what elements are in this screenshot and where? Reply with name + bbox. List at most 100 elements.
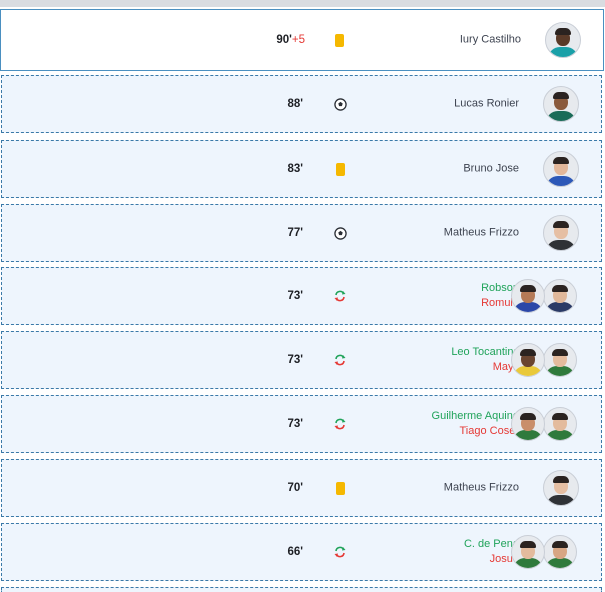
player-name[interactable]: Iury Castilho xyxy=(460,33,521,48)
player-name[interactable]: Lucas Ronier xyxy=(454,97,519,112)
player-avatars xyxy=(545,22,581,58)
jersey-shape xyxy=(513,302,543,312)
event-row[interactable]: 70' Matheus Frizzo xyxy=(1,459,602,517)
substitution-arrows-icon xyxy=(332,544,348,560)
player-name[interactable]: Matheus Frizzo xyxy=(444,226,519,241)
event-minute: 73' xyxy=(287,290,303,302)
event-row[interactable]: 77' Matheus Frizzo xyxy=(1,204,602,262)
hair-shape xyxy=(555,28,571,35)
player-in-avatar[interactable] xyxy=(511,279,545,313)
hair-shape xyxy=(552,349,568,356)
yellow-card-icon xyxy=(332,161,348,177)
minute-value: 88' xyxy=(287,98,303,110)
hair-shape xyxy=(520,413,536,420)
player-avatars xyxy=(511,279,577,313)
event-row[interactable]: 88' Lucas Ronier xyxy=(1,75,602,133)
player-name[interactable]: Bruno Jose xyxy=(463,162,519,177)
player-names: Iury Castilho xyxy=(460,33,521,48)
minute-value: 83' xyxy=(287,163,303,175)
player-name[interactable]: Matheus Frizzo xyxy=(444,481,519,496)
player-in-name[interactable]: Guilherme Aquino xyxy=(432,409,519,424)
hair-shape xyxy=(520,349,536,356)
soccer-ball-icon xyxy=(332,225,348,241)
hair-shape xyxy=(552,413,568,420)
minute-value: 70' xyxy=(287,482,303,494)
player-out-avatar[interactable] xyxy=(543,343,577,377)
jersey-shape xyxy=(548,47,578,57)
hair-shape xyxy=(552,285,568,292)
jersey-shape xyxy=(513,430,543,440)
yellow-card-icon xyxy=(332,480,348,496)
event-row[interactable]: 73' Leo Tocantins Mayk xyxy=(1,331,602,389)
player-out-name[interactable]: Tiago Coser xyxy=(432,424,519,439)
player-avatar[interactable] xyxy=(543,151,579,187)
player-out-name[interactable]: Mayk xyxy=(451,360,519,375)
player-out-avatar[interactable] xyxy=(543,535,577,569)
player-avatars xyxy=(543,151,579,187)
event-minute: 90'+5 xyxy=(276,34,305,46)
jersey-shape xyxy=(546,111,576,121)
jersey-shape xyxy=(546,240,576,250)
hair-shape xyxy=(552,541,568,548)
minute-value: 73' xyxy=(287,418,303,430)
event-row[interactable]: 66' C. de Pena Josue xyxy=(1,523,602,581)
event-minute: 77' xyxy=(287,227,303,239)
jersey-shape xyxy=(545,430,575,440)
jersey-shape xyxy=(546,176,576,186)
minute-value: 66' xyxy=(287,546,303,558)
hair-shape xyxy=(553,476,569,483)
substitution-arrows-icon xyxy=(332,288,348,304)
player-avatar[interactable] xyxy=(543,470,579,506)
soccer-ball-icon xyxy=(332,96,348,112)
event-minute: 83' xyxy=(287,163,303,175)
minute-value: 73' xyxy=(287,290,303,302)
event-minute: 73' xyxy=(287,418,303,430)
player-names: Matheus Frizzo xyxy=(444,481,519,496)
hair-shape xyxy=(553,92,569,99)
player-in-avatar[interactable] xyxy=(511,535,545,569)
player-avatars xyxy=(543,86,579,122)
player-names: Guilherme Aquino Tiago Coser xyxy=(432,409,519,439)
player-avatar[interactable] xyxy=(543,86,579,122)
player-names: Lucas Ronier xyxy=(454,97,519,112)
jersey-shape xyxy=(545,302,575,312)
jersey-shape xyxy=(513,558,543,568)
player-out-avatar[interactable] xyxy=(543,407,577,441)
player-in-avatar[interactable] xyxy=(511,343,545,377)
event-minute: 88' xyxy=(287,98,303,110)
jersey-shape xyxy=(545,366,575,376)
minute-value: 73' xyxy=(287,354,303,366)
event-row[interactable]: 90'+5 Iury Castilho xyxy=(0,9,604,71)
player-avatars xyxy=(543,470,579,506)
player-names: Leo Tocantins Mayk xyxy=(451,345,519,375)
event-row[interactable]: 73' Robson Romulo xyxy=(1,267,602,325)
substitution-arrows-icon xyxy=(332,416,348,432)
player-avatars xyxy=(511,535,577,569)
hair-shape xyxy=(553,221,569,228)
player-avatar[interactable] xyxy=(543,215,579,251)
minute-value: 90' xyxy=(276,34,292,46)
event-minute: 73' xyxy=(287,354,303,366)
top-scroll-edge xyxy=(0,0,605,7)
event-row[interactable]: 83' Bruno Jose xyxy=(1,140,602,198)
player-avatar[interactable] xyxy=(545,22,581,58)
hair-shape xyxy=(553,157,569,164)
player-avatars xyxy=(511,343,577,377)
jersey-shape xyxy=(513,366,543,376)
player-out-avatar[interactable] xyxy=(543,279,577,313)
minute-value: 77' xyxy=(287,227,303,239)
player-in-avatar[interactable] xyxy=(511,407,545,441)
player-in-name[interactable]: Leo Tocantins xyxy=(451,345,519,360)
added-time: +5 xyxy=(291,34,305,46)
hair-shape xyxy=(520,285,536,292)
jersey-shape xyxy=(546,495,576,505)
event-row-partial[interactable] xyxy=(1,587,602,592)
hair-shape xyxy=(520,541,536,548)
event-minute: 70' xyxy=(287,482,303,494)
yellow-card-icon xyxy=(331,32,347,48)
player-avatars xyxy=(543,215,579,251)
player-names: Bruno Jose xyxy=(463,162,519,177)
event-minute: 66' xyxy=(287,546,303,558)
event-row[interactable]: 73' Guilherme Aquino Tiago Coser xyxy=(1,395,602,453)
substitution-arrows-icon xyxy=(332,352,348,368)
